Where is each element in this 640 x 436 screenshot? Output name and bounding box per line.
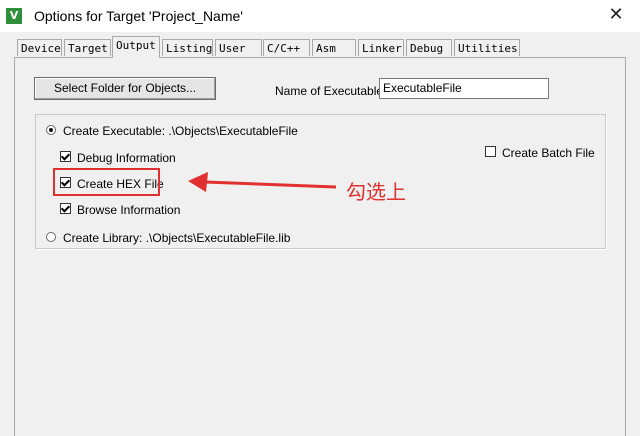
arrow-head xyxy=(188,172,208,192)
arrow-shaft xyxy=(204,180,337,189)
annotation-text: 勾选上 xyxy=(346,180,406,204)
annotation-arrow xyxy=(188,172,337,192)
tab-output[interactable]: Output xyxy=(112,36,160,58)
